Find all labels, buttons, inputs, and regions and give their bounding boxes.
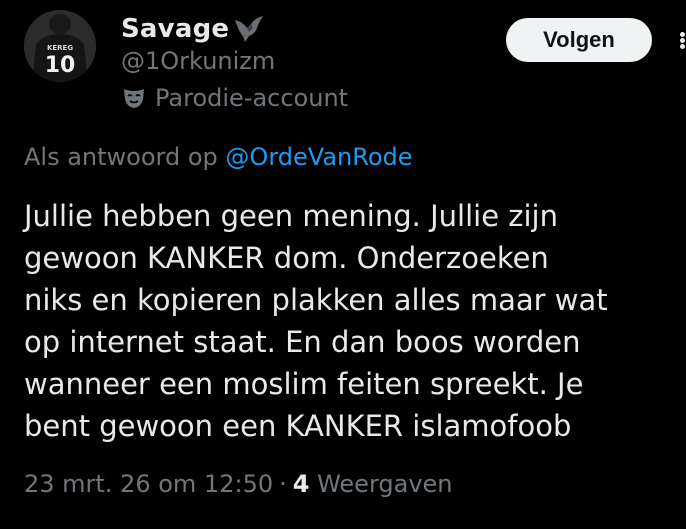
reply-prefix: Als antwoord op bbox=[24, 143, 218, 171]
avatar-shirt-name: KEREG bbox=[47, 44, 73, 52]
meta-separator: · bbox=[279, 470, 287, 498]
eagle-icon bbox=[233, 14, 265, 44]
avatar[interactable]: KEREG 10 bbox=[24, 10, 96, 82]
avatar-shirt-number: 10 bbox=[45, 53, 76, 78]
parody-label-text: Parodie-account bbox=[155, 84, 349, 112]
reply-to-handle-link[interactable]: @OrdeVanRode bbox=[225, 143, 412, 171]
more-icon[interactable] bbox=[670, 18, 686, 62]
views-label: Weergaven bbox=[317, 470, 453, 498]
author-handle[interactable]: @1Orkunizm bbox=[121, 47, 275, 75]
tweet-meta: 23 mrt. 26 om 12:50 · 4 Weergaven bbox=[24, 470, 453, 498]
author-name[interactable]: Savage bbox=[121, 14, 229, 44]
avatar-image: KEREG 10 bbox=[24, 10, 96, 82]
mask-icon bbox=[121, 85, 147, 111]
tweet: KEREG 10 Savage @1Orkunizm Parodie-accou… bbox=[0, 0, 686, 529]
views-count: 4 bbox=[292, 470, 310, 498]
author-name-row[interactable]: Savage bbox=[121, 12, 265, 46]
tweet-text: Jullie hebben geen mening. Jullie zijn g… bbox=[24, 199, 608, 443]
parody-label: Parodie-account bbox=[121, 84, 348, 112]
follow-button[interactable]: Volgen bbox=[506, 18, 652, 62]
reply-context: Als antwoord op @OrdeVanRode bbox=[24, 143, 413, 171]
timestamp[interactable]: 23 mrt. 26 om 12:50 bbox=[24, 470, 273, 498]
